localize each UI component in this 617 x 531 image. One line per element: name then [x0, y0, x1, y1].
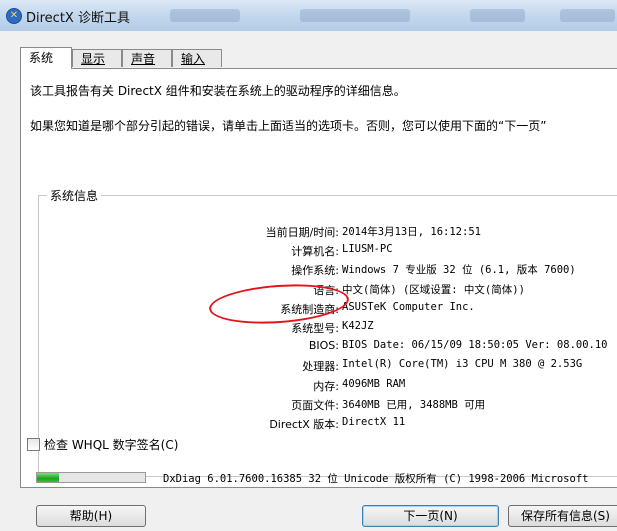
system-info-label: 系统型号: [291, 322, 339, 335]
status-text: DxDiag 6.01.7600.16385 32 位 Unicode 版权所有… [163, 473, 589, 485]
tab-system-label: 系统 [29, 51, 54, 65]
system-info-row: 当前日期/时间: 2014年3月13日, 16:12:51 [39, 224, 617, 242]
system-info-value: ASUSTeK Computer Inc. [342, 300, 475, 313]
help-button-label: 帮助(H) [69, 509, 113, 523]
system-info-row: 系统型号: K42JZ [39, 320, 617, 338]
help-button[interactable]: 帮助(H) [36, 505, 146, 527]
system-info-value: BIOS Date: 06/15/09 18:50:05 Ver: 08.00.… [342, 339, 608, 352]
dialog-body: 系统 显示 声音 输入 该工具报告有关 DirectX 组件和安装在系统上的驱动… [0, 31, 617, 531]
whql-label: 检查 WHQL 数字签名(C) [44, 438, 179, 452]
system-info-row: BIOS: BIOS Date: 06/15/09 18:50:05 Ver: 0… [39, 339, 617, 357]
system-info-title: 系统信息 [47, 187, 102, 204]
system-info-row: 计算机名: LIUSM-PC [39, 243, 617, 261]
tab-sound-label: 声音 [131, 52, 156, 66]
system-info-group: 系统信息 当前日期/时间: 2014年3月13日, 16:12:51 计算机名: LI… [38, 187, 617, 477]
system-info-row: 操作系统: Windows 7 专业版 32 位 (6.1, 版本 7600) [39, 262, 617, 280]
save-all-info-button[interactable]: 保存所有信息(S) [508, 505, 617, 527]
blurred-background-bar [170, 9, 240, 22]
system-info-value: 3640MB 已用, 3488MB 可用 [342, 398, 486, 411]
system-info-label: 内存: [313, 379, 339, 393]
system-info-label: 当前日期/时间: [265, 226, 339, 239]
system-info-row: DirectX 版本: DirectX 11 [39, 416, 617, 434]
system-info-row: 页面文件: 3640MB 已用, 3488MB 可用 [39, 397, 617, 415]
system-info-value: DirectX 11 [342, 416, 406, 428]
system-info-label: DirectX 版本: [269, 418, 339, 431]
save-all-info-button-label: 保存所有信息(S) [521, 509, 610, 523]
system-info-row: 内存: 4096MB RAM [39, 378, 617, 396]
system-info-label: 页面文件: [291, 398, 339, 412]
system-info-label: 计算机名: [291, 245, 339, 259]
tab-system[interactable]: 系统 [20, 47, 72, 69]
system-info-label: BIOS: [308, 339, 339, 353]
system-info-value: Intel(R) Core(TM) i3 CPU M 380 @ 2.53G [342, 358, 583, 371]
window-title: DirectX 诊断工具 [26, 11, 130, 26]
system-info-value: 2014年3月13日, 16:12:51 [342, 226, 481, 238]
system-info-value: Windows 7 专业版 32 位 (6.1, 版本 7600) [342, 264, 576, 277]
blurred-background-bar [300, 9, 410, 22]
progress-bar [36, 472, 146, 483]
intro-line-1: 该工具报告有关 DirectX 组件和安装在系统上的驱动程序的详细信息。 [30, 84, 406, 98]
system-info-value: K42JZ [342, 320, 374, 332]
title-bar[interactable]: ✕ DirectX 诊断工具 [0, 0, 617, 32]
system-info-row: 处理器: Intel(R) Core(TM) i3 CPU M 380 @ 2.5… [39, 358, 617, 376]
system-info-value: 中文(简体) (区域设置: 中文(简体)) [342, 283, 525, 296]
system-info-label: 操作系统: [291, 264, 339, 278]
tab-sound[interactable]: 声音 [122, 49, 172, 67]
tab-display-label: 显示 [81, 52, 106, 66]
whql-check-row[interactable]: 检查 WHQL 数字签名(C) [27, 436, 178, 453]
progress-fill [37, 473, 59, 482]
tab-display[interactable]: 显示 [72, 49, 122, 67]
blurred-background-bar [560, 9, 615, 22]
system-info-value: 4096MB RAM [342, 377, 406, 390]
tab-input-label: 输入 [181, 52, 206, 66]
intro-line-2: 如果您知道是哪个部分引起的错误，请单击上面适当的选项卡。否则，您可以使用下面的“… [30, 119, 547, 133]
whql-checkbox[interactable] [27, 438, 40, 451]
tab-input[interactable]: 输入 [172, 49, 222, 67]
tab-panel-system: 该工具报告有关 DirectX 组件和安装在系统上的驱动程序的详细信息。 如果您… [20, 68, 617, 488]
next-page-button-label: 下一页(N) [403, 509, 458, 523]
system-info-label: 处理器: [302, 360, 339, 374]
directx-x-icon: ✕ [6, 8, 22, 24]
blurred-background-bar [470, 9, 525, 22]
system-info-value: LIUSM-PC [342, 243, 393, 256]
next-page-button[interactable]: 下一页(N) [362, 505, 499, 527]
